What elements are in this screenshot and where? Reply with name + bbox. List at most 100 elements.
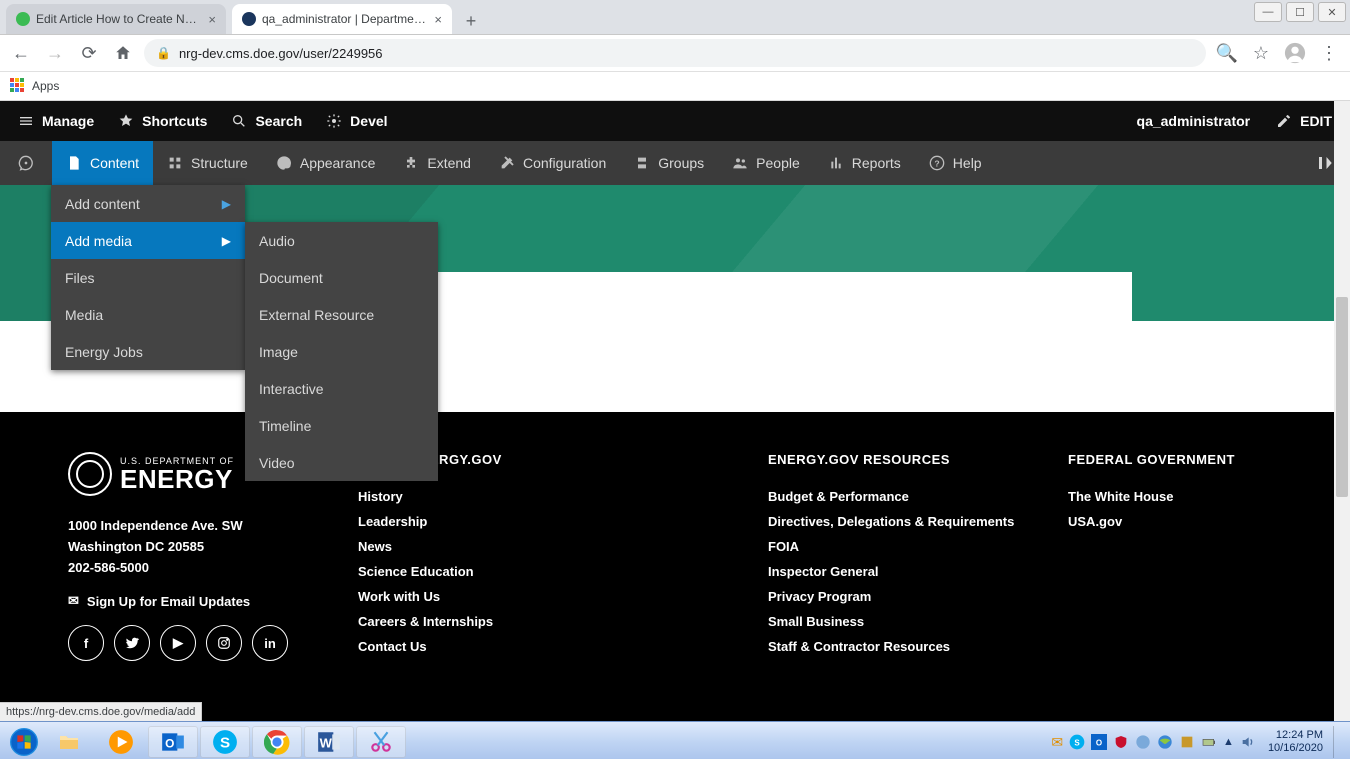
submenu-label: Energy Jobs	[65, 344, 143, 360]
admin-menu-configuration[interactable]: Configuration	[485, 141, 620, 185]
media-type-interactive[interactable]: Interactive	[245, 370, 438, 407]
submenu-label: Add content	[65, 196, 140, 212]
footer-link[interactable]: Leadership	[358, 514, 728, 529]
admin-menu-content[interactable]: Content	[52, 141, 153, 185]
taskbar-skype[interactable]: S	[200, 726, 250, 758]
footer-link[interactable]: History	[358, 489, 728, 504]
instagram-icon[interactable]	[206, 625, 242, 661]
tray-volume-icon[interactable]	[1240, 734, 1256, 750]
admin-menu-groups[interactable]: Groups	[620, 141, 718, 185]
taskbar-chrome[interactable]	[252, 726, 302, 758]
media-type-audio[interactable]: Audio	[245, 222, 438, 259]
footer-link[interactable]: Work with Us	[358, 589, 728, 604]
submenu-files[interactable]: Files	[51, 259, 245, 296]
submenu-label: External Resource	[259, 307, 374, 323]
footer-link[interactable]: News	[358, 539, 728, 554]
devel-button[interactable]: Devel	[314, 101, 399, 141]
footer-link[interactable]: Staff & Contractor Resources	[768, 639, 1028, 654]
minimize-button[interactable]: —	[1254, 2, 1282, 22]
apps-label[interactable]: Apps	[32, 79, 59, 93]
media-type-external-resource[interactable]: External Resource	[245, 296, 438, 333]
media-type-video[interactable]: Video	[245, 444, 438, 481]
footer-link[interactable]: Budget & Performance	[768, 489, 1028, 504]
media-type-image[interactable]: Image	[245, 333, 438, 370]
tray-chevron-up-icon[interactable]: ▲	[1223, 736, 1234, 748]
footer-link[interactable]: USA.gov	[1068, 514, 1235, 529]
admin-menu-help[interactable]: ? Help	[915, 141, 996, 185]
menu-label: Content	[90, 155, 139, 171]
current-user[interactable]: qa_administrator	[1115, 113, 1265, 129]
tray-mail-icon[interactable]: ✉	[1051, 734, 1063, 751]
submenu-add-media[interactable]: Add media ▶	[51, 222, 245, 259]
admin-menu-appearance[interactable]: Appearance	[262, 141, 390, 185]
footer-link[interactable]: Inspector General	[768, 564, 1028, 579]
edit-label: EDIT	[1300, 113, 1332, 129]
close-tab-icon[interactable]: ×	[208, 12, 216, 27]
tray-skype-icon[interactable]: S	[1069, 734, 1085, 750]
manage-toggle[interactable]: Manage	[6, 101, 106, 141]
footer-link[interactable]: Science Education	[358, 564, 728, 579]
submenu-media[interactable]: Media	[51, 296, 245, 333]
tray-mcafee-icon[interactable]	[1113, 734, 1129, 750]
admin-home[interactable]	[0, 141, 52, 185]
footer-link[interactable]: Privacy Program	[768, 589, 1028, 604]
admin-menu-structure[interactable]: Structure	[153, 141, 262, 185]
system-clock[interactable]: 12:24 PM 10/16/2020	[1268, 729, 1323, 754]
zoom-icon[interactable]: 🔍	[1214, 40, 1240, 66]
reload-button[interactable]: ⟳	[76, 40, 102, 66]
facebook-icon[interactable]: f	[68, 625, 104, 661]
home-button[interactable]	[110, 40, 136, 66]
edit-button[interactable]: EDIT	[1264, 101, 1344, 141]
new-tab-button[interactable]: +	[458, 8, 484, 34]
vertical-scrollbar[interactable]	[1334, 101, 1350, 721]
linkedin-icon[interactable]: in	[252, 625, 288, 661]
youtube-icon[interactable]: ▶	[160, 625, 196, 661]
tray-unknown-icon[interactable]	[1179, 734, 1195, 750]
taskbar-explorer[interactable]	[44, 726, 94, 758]
apps-icon[interactable]	[10, 78, 26, 94]
footer-link[interactable]: Directives, Delegations & Requirements	[768, 514, 1028, 529]
tray-power-icon[interactable]	[1201, 734, 1217, 750]
start-button[interactable]	[4, 722, 44, 759]
footer-link[interactable]: Contact Us	[358, 639, 728, 654]
tab-title: Edit Article How to Create New M	[36, 12, 202, 26]
profile-avatar[interactable]	[1282, 40, 1308, 66]
taskbar-media-player[interactable]	[96, 726, 146, 758]
taskbar-snipping-tool[interactable]	[356, 726, 406, 758]
shortcuts-button[interactable]: Shortcuts	[106, 101, 219, 141]
footer-link[interactable]: Careers & Internships	[358, 614, 728, 629]
tray-outlook-icon[interactable]: O	[1091, 734, 1107, 750]
media-type-timeline[interactable]: Timeline	[245, 407, 438, 444]
bookmark-star-icon[interactable]: ☆	[1248, 40, 1274, 66]
forward-button[interactable]: →	[42, 40, 68, 66]
close-tab-icon[interactable]: ×	[434, 12, 442, 27]
search-button[interactable]: Search	[219, 101, 314, 141]
manage-label: Manage	[42, 113, 94, 129]
tray-globe-icon[interactable]	[1157, 734, 1173, 750]
footer-link[interactable]: FOIA	[768, 539, 1028, 554]
submenu-add-content[interactable]: Add content ▶	[51, 185, 245, 222]
close-window-button[interactable]: ✕	[1318, 2, 1346, 22]
twitter-icon[interactable]	[114, 625, 150, 661]
email-signup-link[interactable]: ✉ Sign Up for Email Updates	[68, 593, 318, 609]
admin-menu-people[interactable]: People	[718, 141, 814, 185]
maximize-button[interactable]: ☐	[1286, 2, 1314, 22]
media-type-document[interactable]: Document	[245, 259, 438, 296]
taskbar-outlook[interactable]: O	[148, 726, 198, 758]
footer-link[interactable]: The White House	[1068, 489, 1235, 504]
taskbar-word[interactable]: W	[304, 726, 354, 758]
admin-menu-extend[interactable]: Extend	[389, 141, 485, 185]
system-tray: ✉ S O ▲ 12:24 PM 10/16/2020	[1051, 726, 1346, 758]
username: qa_administrator	[1137, 113, 1251, 129]
submenu-energy-jobs[interactable]: Energy Jobs	[51, 333, 245, 370]
address-bar[interactable]: 🔒 nrg-dev.cms.doe.gov/user/2249956	[144, 39, 1206, 67]
browser-tab[interactable]: Edit Article How to Create New M ×	[6, 4, 226, 34]
tray-sync-icon[interactable]	[1135, 734, 1151, 750]
admin-menu-reports[interactable]: Reports	[814, 141, 915, 185]
kebab-menu-icon[interactable]: ⋮	[1316, 40, 1342, 66]
scrollbar-thumb[interactable]	[1336, 297, 1348, 497]
footer-link[interactable]: Small Business	[768, 614, 1028, 629]
show-desktop-button[interactable]	[1333, 726, 1342, 758]
browser-tab-active[interactable]: qa_administrator | Department o ×	[232, 4, 452, 34]
back-button[interactable]: ←	[8, 40, 34, 66]
